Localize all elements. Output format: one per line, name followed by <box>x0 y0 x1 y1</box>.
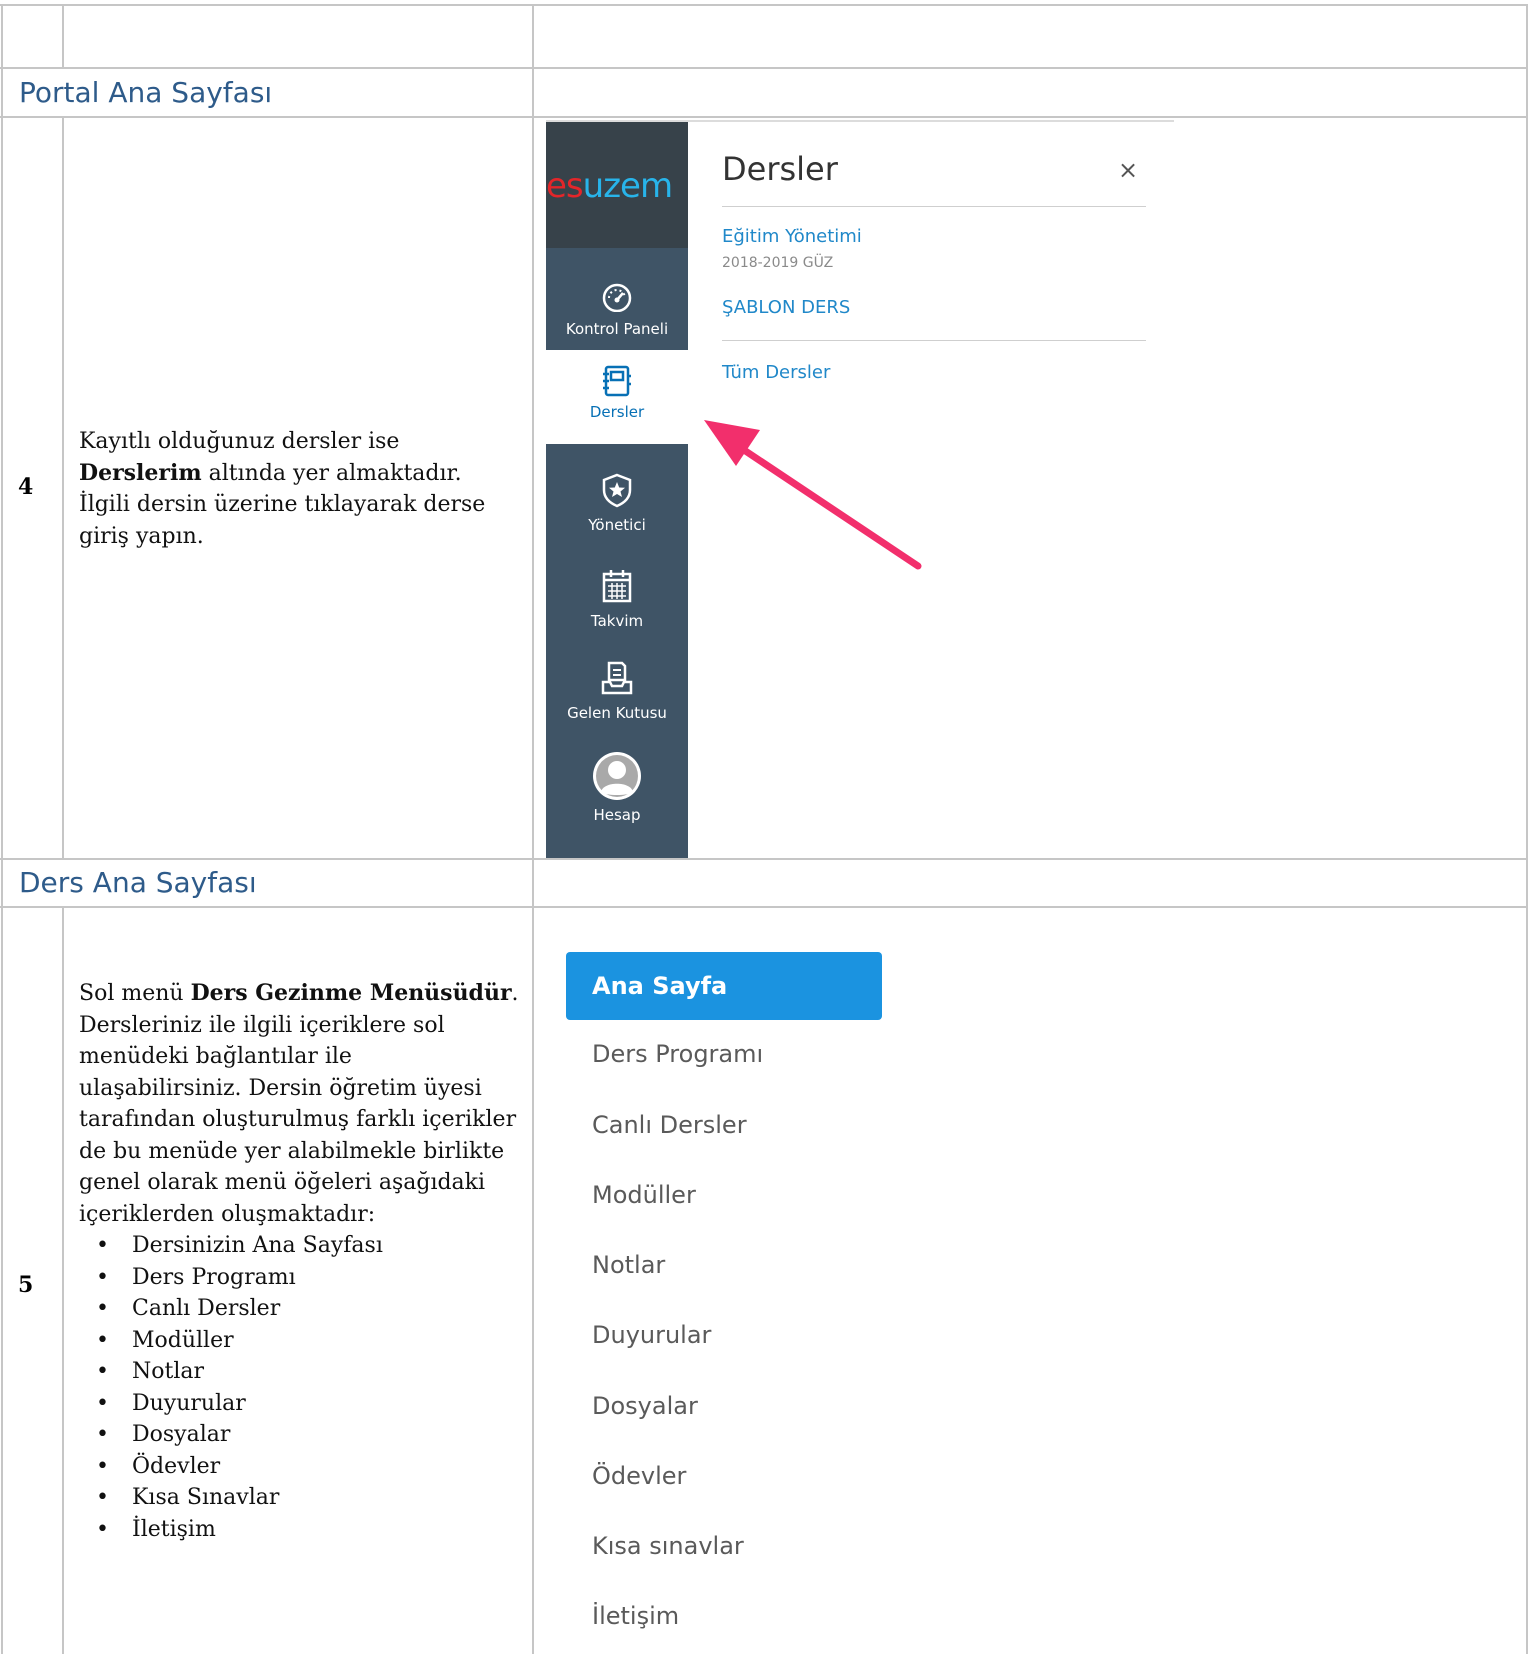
dashboard-icon <box>602 283 632 312</box>
table-border-col1 <box>62 116 64 858</box>
nav-item-yonetici[interactable]: Yönetici <box>546 472 688 534</box>
inbox-icon <box>601 661 633 695</box>
table-border-col1 <box>62 906 64 1654</box>
table-border-top <box>0 4 1528 6</box>
esuzem-logo[interactable]: esuzem <box>546 166 688 206</box>
course-nav-notlar[interactable]: Notlar <box>566 1231 882 1299</box>
step-number-5: 5 <box>18 1272 34 1298</box>
list-item: Notlar <box>79 1356 519 1388</box>
list-item: Kısa Sınavlar <box>79 1482 519 1514</box>
calendar-icon <box>602 570 632 603</box>
table-border-col1 <box>62 4 64 68</box>
nav-item-takvim[interactable]: Takvim <box>546 568 688 630</box>
course-link-egitim-yonetimi[interactable]: Eğitim Yönetimi <box>722 226 862 247</box>
nav-item-gelen-kutusu[interactable]: Gelen Kutusu <box>546 660 688 722</box>
course-nav-dosyalar[interactable]: Dosyalar <box>566 1372 882 1440</box>
step-5-text-bold: Ders Gezinme Menüsüdür <box>190 980 512 1006</box>
list-item: İletişim <box>79 1514 519 1546</box>
step-4-text-1: Kayıtlı olduğunuz dersler ise <box>79 429 400 454</box>
list-item: Ders Programı <box>79 1262 519 1294</box>
course-menu-items-list: Dersinizin Ana Sayfası Ders Programı Can… <box>79 1230 519 1545</box>
table-border-row3 <box>0 858 1528 860</box>
tray-divider <box>722 340 1146 341</box>
account-avatar-icon <box>593 752 641 800</box>
course-navigation-screenshot: Ana Sayfa Ders Programı Canlı Dersler Mo… <box>546 906 1526 1654</box>
course-nav-moduller[interactable]: Modüller <box>566 1161 882 1229</box>
tray-divider <box>722 206 1146 207</box>
list-item: Canlı Dersler <box>79 1293 519 1325</box>
list-item: Duyurular <box>79 1388 519 1420</box>
global-navigation: esuzem Kontrol Paneli Dersler Yönetici T… <box>546 122 688 858</box>
list-item: Dersinizin Ana Sayfası <box>79 1230 519 1262</box>
nav-item-hesap[interactable]: Hesap <box>546 750 688 824</box>
course-nav-canli-dersler[interactable]: Canlı Dersler <box>566 1091 882 1159</box>
nav-label: Dersler <box>589 403 645 421</box>
table-border-row2 <box>0 116 1528 118</box>
course-nav-ders-programi[interactable]: Ders Programı <box>566 1020 882 1088</box>
step-4-text-bold: Derslerim <box>79 459 202 486</box>
logo-area: esuzem <box>546 122 688 248</box>
table-border-col2 <box>532 4 534 1654</box>
list-item: Modüller <box>79 1325 519 1357</box>
nav-item-dersler[interactable]: Dersler <box>546 350 688 444</box>
section-title-course: Ders Ana Sayfası <box>19 866 257 899</box>
course-nav-kisa-sinavlar[interactable]: Kısa sınavlar <box>566 1512 882 1580</box>
section-title-portal: Portal Ana Sayfası <box>19 76 273 109</box>
course-link-sablon-ders[interactable]: ŞABLON DERS <box>722 297 850 318</box>
nav-label: Takvim <box>590 612 644 630</box>
list-item: Ödevler <box>79 1451 519 1483</box>
step-4-description: Kayıtlı olduğunuz dersler ise Derslerim … <box>79 426 519 552</box>
nav-label: Gelen Kutusu <box>567 704 667 722</box>
table-border-row1 <box>0 67 1528 69</box>
step-number-4: 4 <box>18 474 34 500</box>
nav-label: Yönetici <box>588 516 646 534</box>
admin-shield-icon <box>602 473 632 508</box>
all-courses-link[interactable]: Tüm Dersler <box>722 362 830 383</box>
course-term: 2018-2019 GÜZ <box>722 255 834 271</box>
course-nav-odevler[interactable]: Ödevler <box>566 1442 882 1510</box>
course-nav-ana-sayfa[interactable]: Ana Sayfa <box>566 952 882 1020</box>
courses-icon <box>603 365 631 397</box>
course-nav-iletisim[interactable]: İletişim <box>566 1582 882 1650</box>
tray-title: Dersler <box>722 150 838 188</box>
step-5-description: Sol menü Ders Gezinme Menüsüdür. Dersler… <box>79 978 519 1545</box>
course-nav-duyurular[interactable]: Duyurular <box>566 1301 882 1369</box>
portal-screenshot: esuzem Kontrol Paneli Dersler Yönetici T… <box>546 120 1174 858</box>
nav-label: Kontrol Paneli <box>565 320 669 338</box>
nav-label: Hesap <box>593 806 641 824</box>
step-5-paragraph: Sol menü Ders Gezinme Menüsüdür. Dersler… <box>79 980 519 1227</box>
table-border-left <box>1 4 3 1654</box>
close-icon[interactable]: × <box>1118 156 1138 184</box>
courses-tray: Dersler × Eğitim Yönetimi 2018-2019 GÜZ … <box>688 122 1174 858</box>
list-item: Dosyalar <box>79 1419 519 1451</box>
nav-item-kontrol-paneli[interactable]: Kontrol Paneli <box>546 282 688 338</box>
